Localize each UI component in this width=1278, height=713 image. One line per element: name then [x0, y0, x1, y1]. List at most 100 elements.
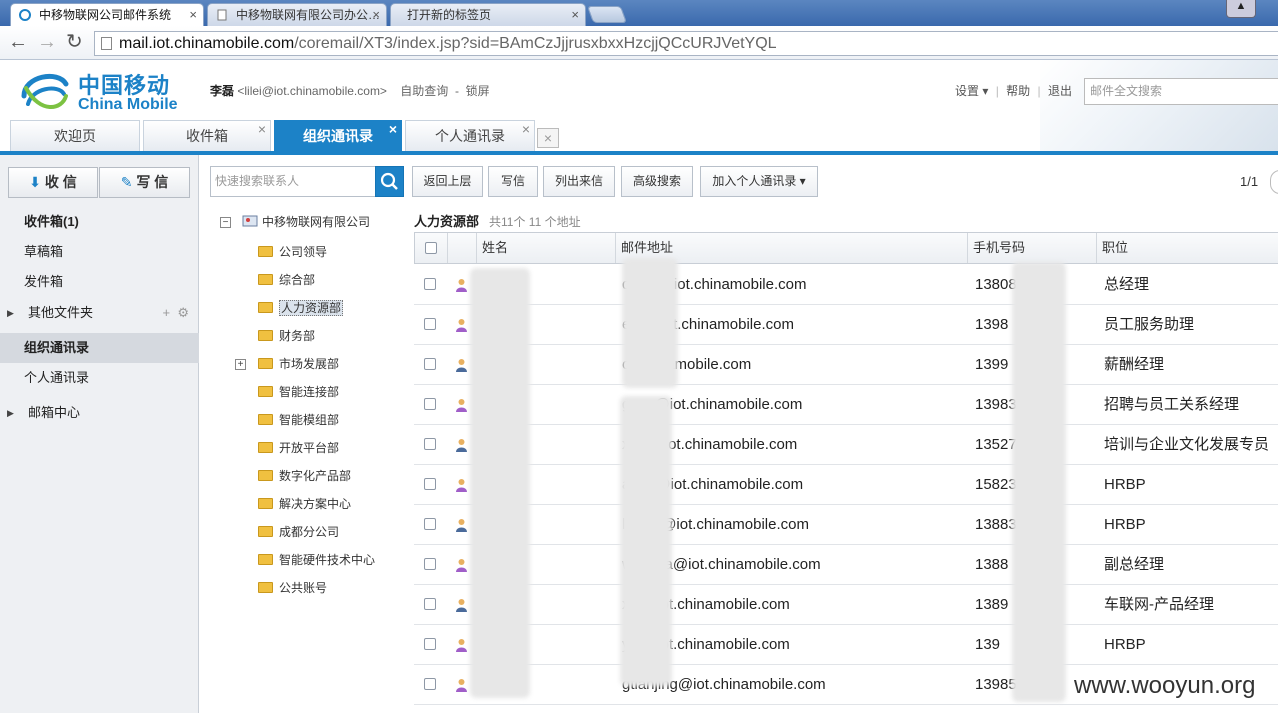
tree-node[interactable]: 市场发展部: [258, 354, 339, 374]
close-icon[interactable]: ×: [372, 4, 380, 26]
advanced-search-button[interactable]: 高级搜索: [621, 166, 693, 197]
row-checkbox[interactable]: [424, 558, 436, 570]
lock-screen-link[interactable]: 锁屏: [466, 84, 490, 98]
table-row[interactable]: aorui@iot.chinamobile.com 158238 HRBP: [414, 465, 1278, 505]
row-checkbox[interactable]: [424, 598, 436, 610]
settings-link[interactable]: 设置 ▾: [955, 84, 988, 98]
table-row[interactable]: li gbin@iot.chinamobile.com 13883 HRBP: [414, 505, 1278, 545]
browser-tab-office[interactable]: 中移物联网有限公司办公… ×: [207, 3, 387, 26]
collapse-toggle-icon[interactable]: −: [220, 217, 231, 228]
tree-node[interactable]: 数字化产品部: [258, 466, 351, 486]
row-checkbox[interactable]: [424, 438, 436, 450]
receive-button[interactable]: ⬇ 收 信: [8, 167, 98, 198]
table-row[interactable]: 孙gyan@iot.chinamobile.com13983招聘与员工关系经理: [414, 385, 1278, 425]
row-checkbox[interactable]: [424, 678, 436, 690]
compose-label: 写 信: [136, 174, 169, 190]
row-checkbox[interactable]: [424, 638, 436, 650]
row-checkbox[interactable]: [424, 318, 436, 330]
close-icon[interactable]: ×: [258, 114, 266, 144]
sidebar-item-mailbox-center[interactable]: ▶ 邮箱中心: [0, 398, 199, 428]
tab-personal-contacts[interactable]: 个人通讯录 ×: [405, 120, 535, 151]
tab-welcome[interactable]: 欢迎页: [10, 120, 140, 151]
sidebar-item-other-folders[interactable]: ▶ 其他文件夹 + ⚙: [0, 298, 199, 328]
tree-node[interactable]: 综合部: [258, 270, 315, 290]
column-header-name[interactable]: 姓名: [476, 233, 616, 263]
chinamobile-favicon: [19, 9, 31, 21]
tab-label: 收件箱: [186, 128, 228, 144]
row-checkbox[interactable]: [424, 278, 436, 290]
row-checkbox[interactable]: [424, 478, 436, 490]
tree-node[interactable]: 智能模组部: [258, 410, 339, 430]
close-all-tabs-icon[interactable]: ×: [537, 128, 559, 148]
select-all-checkbox[interactable]: [425, 242, 437, 254]
table-row[interactable]: xu @iot.chinamobile.com 1389 车联网-产品经理: [414, 585, 1278, 625]
expand-arrow-icon[interactable]: ▶: [7, 298, 14, 328]
sidebar-item-sent[interactable]: 发件箱: [0, 267, 199, 297]
close-icon[interactable]: ×: [522, 114, 530, 144]
column-header[interactable]: [447, 233, 453, 263]
table-row[interactable]: 周qiong@iot.chinamobile.com13808总经理: [414, 265, 1278, 305]
table-row[interactable]: ot.chinamobile.com 1399 薪酬经理: [414, 345, 1278, 385]
tree-node[interactable]: 公共账号: [258, 578, 327, 598]
table-row[interactable]: 杨xing@iot.chinamobile.com135275培训与企业文化发展…: [414, 425, 1278, 465]
contact-title: 招聘与员工关系经理: [1104, 396, 1240, 413]
logout-link[interactable]: 退出: [1048, 84, 1072, 98]
list-mail-button[interactable]: 列出来信: [543, 166, 615, 197]
person-icon: [456, 319, 467, 332]
new-tab-button[interactable]: [586, 6, 628, 23]
help-link[interactable]: 帮助: [1006, 84, 1030, 98]
tree-node[interactable]: 开放平台部: [258, 438, 339, 458]
folder-icon: [258, 442, 273, 453]
expand-toggle-icon[interactable]: +: [235, 359, 246, 370]
browser-tab-newtab[interactable]: 打开新的标签页 ×: [390, 3, 586, 26]
expand-arrow-icon[interactable]: ▶: [7, 398, 14, 428]
column-header-title[interactable]: 职位: [1096, 233, 1278, 263]
row-checkbox[interactable]: [424, 518, 436, 530]
reload-icon[interactable]: ↻: [66, 32, 83, 52]
forward-arrow-icon[interactable]: →: [37, 32, 57, 52]
close-icon[interactable]: ×: [189, 4, 197, 26]
tree-node[interactable]: 智能连接部: [258, 382, 339, 402]
add-to-personal-button[interactable]: 加入个人通讯录 ▾: [700, 166, 818, 197]
sidebar-item-label: 邮箱中心: [28, 405, 81, 420]
write-mail-button[interactable]: 写信: [488, 166, 538, 197]
self-query-link[interactable]: 自助查询: [400, 84, 448, 98]
person-icon: [456, 599, 467, 612]
user-profile-icon[interactable]: ▲: [1226, 0, 1256, 18]
contact-search-input[interactable]: 快速搜索联系人: [210, 166, 376, 197]
browser-tab-mail[interactable]: 中移物联网公司邮件系统 ×: [10, 3, 204, 26]
close-icon[interactable]: ×: [389, 114, 397, 144]
sidebar-item-drafts[interactable]: 草稿箱: [0, 237, 199, 267]
row-checkbox[interactable]: [424, 358, 436, 370]
tree-node[interactable]: 成都分公司: [258, 522, 339, 542]
tab-inbox[interactable]: 收件箱 ×: [143, 120, 271, 151]
sidebar-item-org-contacts[interactable]: 组织通讯录: [0, 333, 199, 363]
row-checkbox[interactable]: [424, 398, 436, 410]
address-bar[interactable]: mail.iot.chinamobile.com/coremail/XT3/in…: [94, 31, 1278, 56]
tree-node[interactable]: 财务部: [258, 326, 315, 346]
back-arrow-icon[interactable]: ←: [8, 32, 28, 52]
add-folder-icon[interactable]: + ⚙: [163, 298, 189, 328]
tree-node[interactable]: 公司领导: [258, 242, 327, 262]
tree-root[interactable]: 中移物联网有限公司: [242, 212, 370, 232]
table-row[interactable]: w huxia@iot.chinamobile.com 1388 副总经理: [414, 545, 1278, 585]
fulltext-search-input[interactable]: 邮件全文搜索: [1084, 78, 1278, 105]
tab-org-contacts[interactable]: 组织通讯录 ×: [274, 120, 402, 151]
search-button[interactable]: [375, 166, 404, 197]
tree-node[interactable]: 人力资源部: [258, 298, 344, 318]
compose-button[interactable]: ✎ 写 信: [99, 167, 190, 198]
table-row[interactable]: ya @iot.chinamobile.com 139 HRBP: [414, 625, 1278, 665]
column-header-phone[interactable]: 手机号码: [967, 233, 1097, 263]
back-up-button[interactable]: 返回上层: [412, 166, 483, 197]
sidebar-item-personal-contacts[interactable]: 个人通讯录: [0, 363, 199, 393]
contact-title: 副总经理: [1104, 556, 1165, 573]
next-page-button[interactable]: [1270, 170, 1278, 194]
sidebar-item-inbox[interactable]: 收件箱(1): [0, 207, 199, 237]
tree-node[interactable]: 智能硬件技术中心: [258, 550, 375, 570]
table-row[interactable]: eyu@iot.chinamobile.com 1398 员工服务助理: [414, 305, 1278, 345]
header-decoration: [1040, 60, 1278, 152]
china-mobile-logo[interactable]: 中国移动 China Mobile: [18, 66, 178, 118]
tree-node[interactable]: 解决方案中心: [258, 494, 351, 514]
folder-icon: [258, 414, 273, 425]
close-icon[interactable]: ×: [571, 4, 579, 26]
